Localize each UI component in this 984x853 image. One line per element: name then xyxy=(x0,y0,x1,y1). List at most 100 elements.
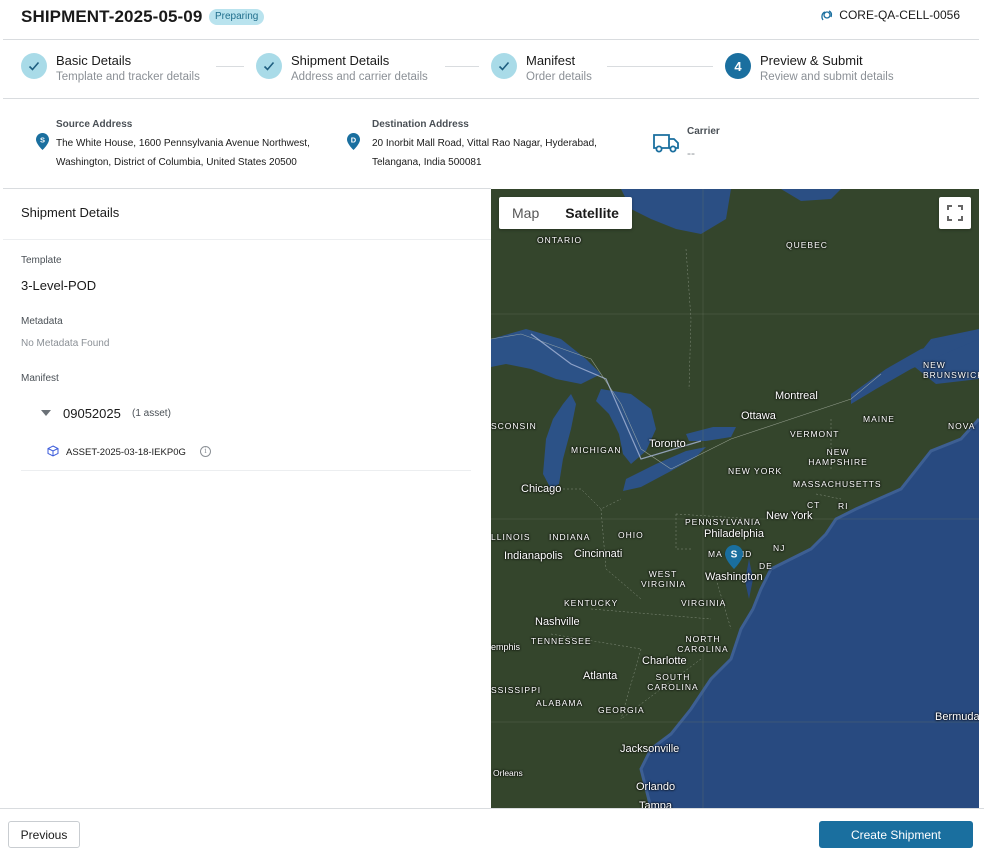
step-connector xyxy=(607,66,713,67)
source-address-label: Source Address xyxy=(56,119,133,130)
page-title: SHIPMENT-2025-05-09 xyxy=(21,7,203,26)
step-label: Preview & Submit xyxy=(760,53,863,68)
destination-address-label: Destination Address xyxy=(372,119,469,130)
map-label: INDIANA xyxy=(549,532,591,542)
info-icon[interactable]: i xyxy=(200,446,211,457)
truck-icon xyxy=(653,134,679,153)
map-label: MASSACHUSETTS xyxy=(793,479,882,489)
map-label: Chicago xyxy=(521,483,562,495)
metadata-value: No Metadata Found xyxy=(21,338,110,349)
device-info[interactable]: CORE-QA-CELL-0056 xyxy=(819,8,960,22)
step-basic-details[interactable]: Basic Details Template and tracker detail… xyxy=(21,53,200,85)
map-label: ALABAMA xyxy=(536,698,584,708)
page-header: SHIPMENT-2025-05-09 Preparing CORE-QA-CE… xyxy=(0,0,984,40)
svg-text:S: S xyxy=(731,550,738,561)
box-icon xyxy=(47,445,59,457)
map-label: MICHIGAN xyxy=(571,445,622,455)
previous-button[interactable]: Previous xyxy=(8,821,80,848)
map-label: Cincinnati xyxy=(574,548,623,560)
map-label: Ottawa xyxy=(741,410,776,422)
map-label: NORTH CAROLINA xyxy=(677,634,729,654)
step-manifest[interactable]: Manifest Order details xyxy=(491,53,592,85)
step-check-icon xyxy=(256,53,282,79)
stepper: Basic Details Template and tracker detail… xyxy=(0,40,984,98)
map-label: NEW HAMPSHIRE xyxy=(808,447,868,467)
map-label: ONTARIO xyxy=(537,235,583,245)
step-connector xyxy=(216,66,244,67)
map-label: emphis xyxy=(491,642,521,652)
device-id: CORE-QA-CELL-0056 xyxy=(839,8,960,22)
map-label: Washington xyxy=(705,571,763,583)
step-sublabel: Review and submit details xyxy=(760,71,894,83)
step-preview-submit[interactable]: 4 Preview & Submit Review and submit deta… xyxy=(725,53,894,85)
map-label: LLINOIS xyxy=(491,532,531,542)
destination-pin-icon: D xyxy=(347,133,360,150)
map-label: Toronto xyxy=(649,438,686,450)
map-label: New York xyxy=(766,510,813,522)
map-label: Jacksonville xyxy=(620,743,680,755)
step-label: Basic Details xyxy=(56,53,132,68)
manifest-label: Manifest xyxy=(21,373,59,384)
map-label: NOVA xyxy=(948,421,976,431)
map-label: DE xyxy=(759,561,773,571)
source-marker-icon[interactable]: S xyxy=(725,545,743,569)
satellite-map[interactable] xyxy=(491,189,979,808)
divider xyxy=(21,470,471,471)
map-type-control: Map Satellite xyxy=(499,197,632,229)
step-connector xyxy=(445,66,479,67)
map-label: NEW YORK xyxy=(728,466,783,476)
map-label: Montreal xyxy=(775,390,818,402)
map-label: VIRGINIA xyxy=(681,598,727,608)
destination-address-value: 20 Inorbit Mall Road, Vittal Rao Nagar, … xyxy=(372,134,662,172)
map-label: Indianapolis xyxy=(504,550,563,562)
step-check-icon xyxy=(491,53,517,79)
map-label: Tampa xyxy=(639,800,673,808)
map-label: Bermuda xyxy=(935,711,979,723)
source-line2: Washington, District of Columbia, United… xyxy=(56,157,297,168)
map-type-map-button[interactable]: Map xyxy=(499,197,552,229)
step-sublabel: Template and tracker details xyxy=(56,71,200,83)
map-label: CT xyxy=(807,500,821,510)
map-label: SCONSIN xyxy=(491,421,537,431)
map-label: SOUTH CAROLINA xyxy=(647,672,699,692)
step-sublabel: Address and carrier details xyxy=(291,71,428,83)
shipment-details-panel: Shipment Details Template 3-Level-POD Me… xyxy=(0,189,491,808)
map-view[interactable]: Map Satellite ONTARIO QUEBEC NEW BRUNSWI… xyxy=(491,189,979,808)
status-badge: Preparing xyxy=(209,9,265,25)
step-shipment-details[interactable]: Shipment Details Address and carrier deta… xyxy=(256,53,428,85)
metadata-label: Metadata xyxy=(21,316,63,327)
map-label: KENTUCKY xyxy=(564,598,619,608)
chevron-down-icon[interactable] xyxy=(41,410,51,416)
map-label: PENNSYLVANIA xyxy=(685,517,761,527)
map-label: Atlanta xyxy=(583,670,618,682)
divider xyxy=(0,808,984,809)
step-check-icon xyxy=(21,53,47,79)
source-pin-icon: S xyxy=(36,133,49,150)
map-label: QUEBEC xyxy=(786,240,828,250)
map-label: TENNESSEE xyxy=(531,636,592,646)
map-label: Orlando xyxy=(636,781,676,793)
carrier-value: -- xyxy=(687,146,695,160)
map-label: MAINE xyxy=(863,414,895,424)
map-label: NEW BRUNSWICK xyxy=(923,360,979,380)
address-bar: S Source Address The White House, 1600 P… xyxy=(0,99,984,188)
map-type-satellite-button[interactable]: Satellite xyxy=(552,197,632,229)
map-label: VERMONT xyxy=(790,429,840,439)
step-label: Shipment Details xyxy=(291,53,390,68)
destination-line1: 20 Inorbit Mall Road, Vittal Rao Nagar, … xyxy=(372,138,597,149)
manifest-asset-count: (1 asset) xyxy=(132,408,171,419)
template-label: Template xyxy=(21,255,62,266)
map-label: Nashville xyxy=(535,616,580,628)
map-label: SSISSIPPI xyxy=(491,685,542,695)
source-line1: The White House, 1600 Pennsylvania Avenu… xyxy=(56,138,310,149)
map-label: Charlotte xyxy=(642,655,687,667)
manifest-id[interactable]: 09052025 xyxy=(63,406,121,421)
map-label: WEST VIRGINIA xyxy=(641,569,687,589)
fullscreen-button[interactable] xyxy=(939,197,971,229)
map-label: Philadelphia xyxy=(704,528,764,540)
map-label: NJ xyxy=(773,543,786,553)
step-number: 4 xyxy=(725,53,751,79)
map-label: Orleans xyxy=(493,768,523,778)
create-shipment-button[interactable]: Create Shipment xyxy=(819,821,973,848)
section-title: Shipment Details xyxy=(21,205,120,220)
